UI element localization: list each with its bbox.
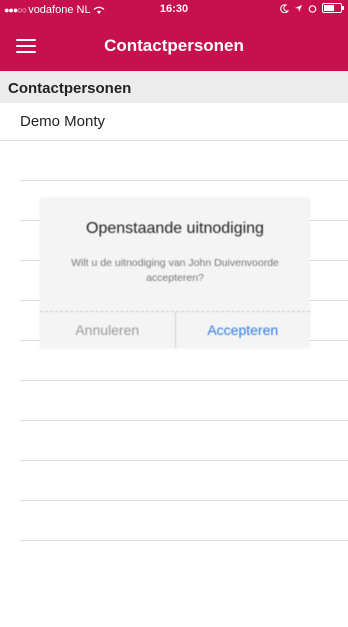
nav-bar: Contactpersonen — [0, 20, 348, 71]
page-title: Contactpersonen — [104, 36, 244, 55]
accept-button[interactable]: Accepteren — [176, 312, 311, 348]
moon-icon — [280, 3, 289, 13]
battery-icon — [322, 3, 344, 13]
dialog-message: Wilt u de uitnodiging van John Duivenvoo… — [71, 257, 279, 284]
dialog-title: Openstaande uitnodiging — [86, 220, 264, 237]
dialog-overlay — [0, 71, 348, 627]
invitation-dialog: Openstaande uitnodiging Wilt u de uitnod… — [40, 198, 310, 348]
status-bar: ●●●○○ vodafone NL 16:30 — [0, 0, 348, 20]
location-arrow-icon — [295, 4, 302, 12]
alarm-icon — [308, 4, 317, 13]
battery-fill — [324, 5, 334, 11]
dialog-actions: Annuleren Accepteren — [40, 311, 310, 348]
cancel-button[interactable]: Annuleren — [40, 312, 176, 348]
status-right — [280, 3, 344, 13]
